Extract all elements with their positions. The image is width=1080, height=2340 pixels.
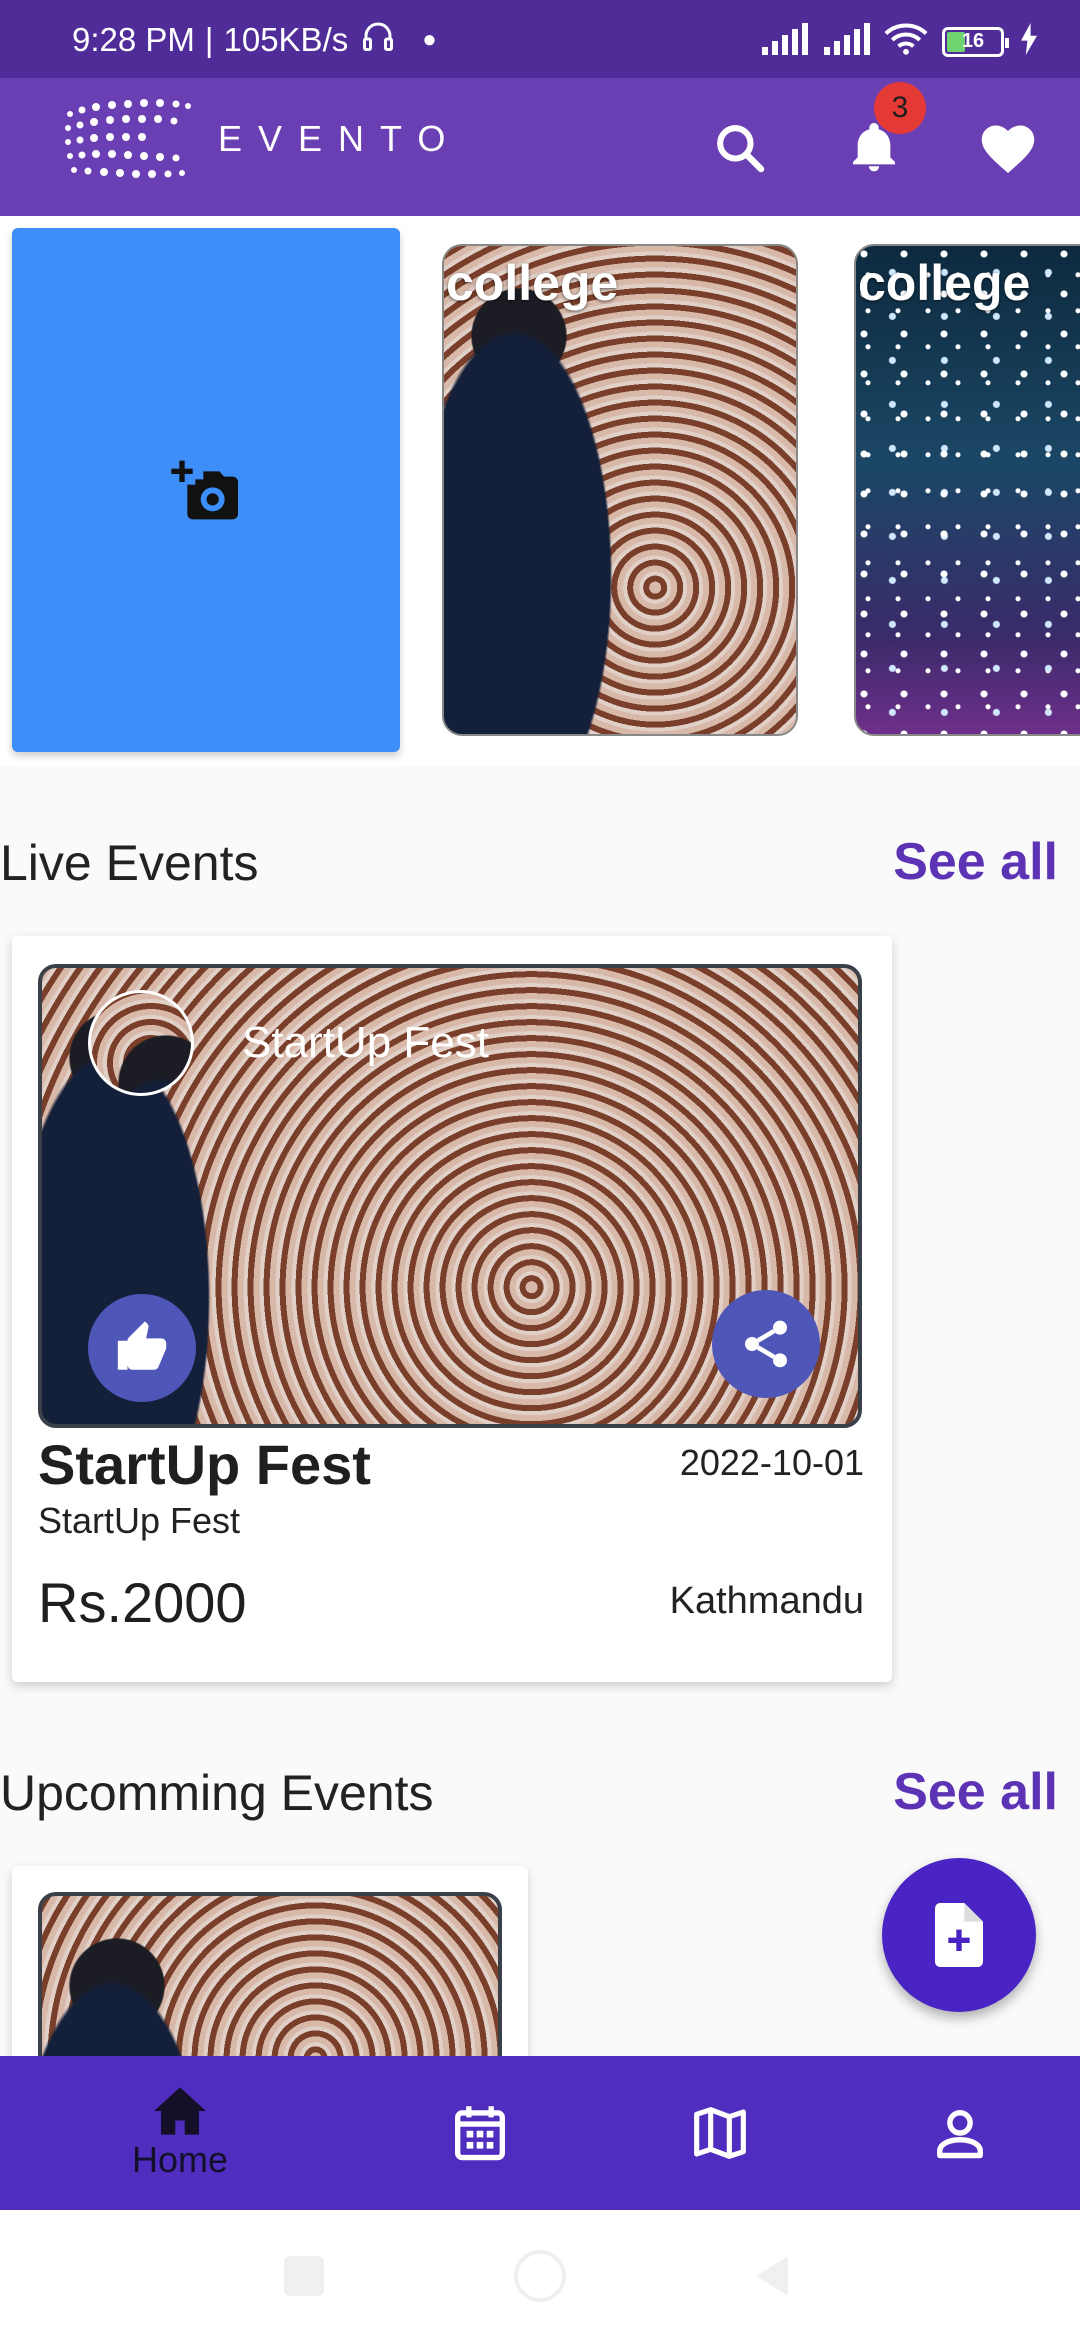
headphones-icon (358, 18, 398, 62)
bottom-navigation: Home (0, 2056, 1080, 2210)
event-image: StartUp Fest (38, 964, 862, 1428)
nav-calendar[interactable] (400, 2056, 560, 2210)
upcoming-events-see-all-link[interactable]: See all (893, 1762, 1058, 1822)
nav-map[interactable] (640, 2056, 800, 2210)
status-right: 16 (760, 22, 1040, 61)
profile-icon (937, 2110, 983, 2159)
add-photo-icon (171, 460, 238, 520)
event-name: StartUp Fest (38, 1433, 371, 1496)
status-bar: 9:28 PM | 105KB/s ● 16 (0, 0, 1080, 78)
organizer-avatar (88, 990, 194, 1096)
event-price: Rs.2000 (38, 1571, 247, 1634)
search-button[interactable] (698, 106, 782, 190)
share-icon (745, 1320, 787, 1368)
recents-button[interactable] (284, 2256, 324, 2296)
add-story-button[interactable] (12, 228, 400, 752)
dot-icon: ● (422, 26, 437, 53)
favorites-button[interactable] (966, 106, 1050, 190)
note-add-icon (935, 1903, 983, 1967)
nav-home[interactable]: Home (80, 2056, 280, 2210)
charging-icon (1018, 23, 1040, 60)
status-left: 9:28 PM | 105KB/s ● (72, 18, 437, 62)
event-subtitle: StartUp Fest (38, 1500, 241, 1541)
map-icon (694, 2107, 746, 2159)
back-triangle-icon (756, 2256, 788, 2296)
evento-logo-icon (60, 94, 196, 186)
like-button[interactable] (88, 1294, 196, 1402)
brand-name: EVENTO (218, 118, 462, 159)
nav-profile[interactable] (880, 2056, 1040, 2210)
upcoming-events-title: Upcomming Events (0, 1765, 434, 1821)
heart-icon (981, 125, 1035, 173)
event-location: Kathmandu (669, 1580, 864, 1622)
story-label: college (446, 255, 619, 311)
event-date: 2022-10-01 (679, 1442, 864, 1483)
signal-icon (760, 23, 808, 60)
stories-row: college college (0, 216, 1080, 766)
thumbs-up-icon (117, 1321, 167, 1370)
app-actions: 3 (698, 82, 1050, 190)
status-time: 9:28 PM (72, 21, 195, 58)
app-bar: EVENTO 3 (0, 78, 1080, 216)
signal-icon (822, 23, 870, 60)
story-card[interactable]: college (442, 244, 798, 736)
upcoming-event-card[interactable] (12, 1866, 528, 2066)
status-separator: | (204, 21, 214, 58)
create-event-fab[interactable] (882, 1858, 1036, 2012)
back-button[interactable] (752, 2254, 792, 2303)
event-overlay-title: StartUp Fest (242, 1018, 489, 1067)
network-speed: 105KB/s (223, 21, 349, 58)
event-card[interactable]: StartUp Fest StartUp Fest StartUp Fest 2… (12, 936, 892, 1682)
search-icon (717, 125, 765, 173)
home-icon (154, 2087, 206, 2135)
notifications-button[interactable]: 3 (832, 82, 926, 190)
notification-badge: 3 (874, 82, 926, 134)
wifi-icon (884, 22, 928, 61)
upcoming-event-image (38, 1892, 502, 2066)
battery-icon: 16 (942, 26, 1009, 57)
nav-home-label: Home (131, 2139, 229, 2180)
live-events-title: Live Events (0, 835, 259, 891)
battery-level: 16 (961, 30, 985, 52)
story-label: college (858, 255, 1031, 311)
system-navigation-bar (0, 2210, 1080, 2340)
live-events-see-all-link[interactable]: See all (893, 832, 1058, 892)
share-button[interactable] (712, 1290, 820, 1398)
story-card[interactable]: college (854, 244, 1080, 736)
calendar-icon (455, 2106, 505, 2161)
home-system-button[interactable] (514, 2250, 566, 2302)
